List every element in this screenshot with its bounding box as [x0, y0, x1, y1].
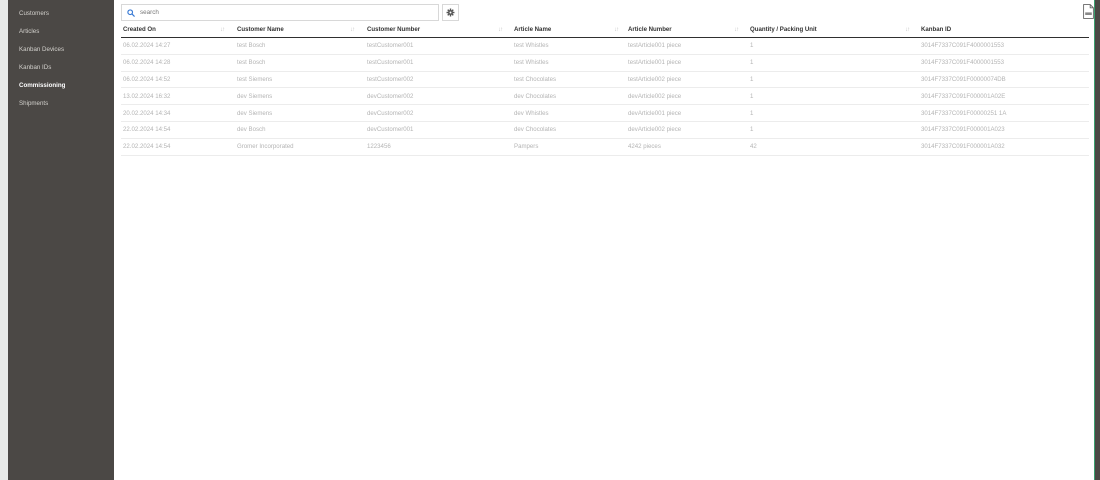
cell-customer-name: test Bosch — [237, 59, 266, 67]
right-edge-strip — [1095, 0, 1100, 480]
sidebar-item-commissioning[interactable]: Commissioning — [8, 77, 114, 95]
table-row[interactable]: 06.02.2024 14:27 test Bosch testCustomer… — [121, 38, 1089, 55]
sidebar-item-customers[interactable]: Customers — [8, 5, 114, 23]
table-row[interactable]: 06.02.2024 14:28 test Bosch testCustomer… — [121, 55, 1089, 72]
sidebar-item-kanban-devices[interactable]: Kanban Devices — [8, 41, 114, 59]
cell-customer-name: test Siemens — [237, 75, 273, 83]
column-header-kanban-id[interactable]: ↓↑ Kanban ID — [905, 22, 1089, 38]
csv-file-icon — [1083, 4, 1094, 23]
column-header-label: Created On — [123, 26, 156, 33]
cell-kanban-id: 3014F7337C091F4000001553 — [921, 42, 1005, 50]
cell-quantity: 1 — [750, 59, 754, 67]
cell-created-on: 22.02.2024 14:54 — [123, 143, 171, 151]
cell-customer-name: dev Siemens — [237, 109, 273, 117]
sort-icon: ↓↑ — [734, 26, 739, 33]
cell-created-on: 06.02.2024 14:28 — [123, 59, 171, 67]
table-body: 06.02.2024 14:27 test Bosch testCustomer… — [121, 38, 1089, 156]
cell-kanban-id: 3014F7337C091F000001A032 — [921, 143, 1005, 151]
cell-article-number: testArticle001 piece — [628, 42, 682, 50]
cell-kanban-id: 3014F7337C091F000001A023 — [921, 126, 1005, 134]
cell-customer-number: testCustomer002 — [367, 75, 414, 83]
column-header-label: Article Number — [628, 26, 672, 33]
cell-article-number: devArticle001 piece — [628, 109, 682, 117]
sort-icon: ↓↑ — [614, 26, 619, 33]
cell-quantity: 1 — [750, 109, 754, 117]
table-row[interactable]: 20.02.2024 14:34 dev Siemens devCustomer… — [121, 105, 1089, 122]
cell-article-name: Pampers — [514, 143, 539, 151]
sort-icon: ↓↑ — [905, 26, 910, 33]
cell-article-name: test Whistles — [514, 42, 549, 50]
cell-customer-number: testCustomer001 — [367, 42, 414, 50]
sort-icon: ↓↑ — [498, 26, 503, 33]
cell-customer-number: testCustomer001 — [367, 59, 414, 67]
table-row[interactable]: 13.02.2024 16:32 dev Siemens devCustomer… — [121, 88, 1089, 106]
cell-customer-name: dev Siemens — [237, 92, 273, 100]
table-row[interactable]: 22.02.2024 14:54 dev Bosch devCustomer00… — [121, 122, 1089, 139]
table-row[interactable]: 06.02.2024 14:52 test Siemens testCustom… — [121, 72, 1089, 89]
column-header-article-number[interactable]: ↓↑ Article Number — [614, 22, 746, 38]
cell-quantity: 42 — [750, 143, 757, 151]
cell-quantity: 1 — [750, 75, 754, 83]
cell-quantity: 1 — [750, 42, 754, 50]
sidebar: Customers Articles Kanban Devices Kanban… — [8, 0, 114, 480]
table-header-row: Created On ↓↑ Customer Name ↓↑ Customer … — [121, 22, 1089, 38]
gear-icon — [446, 4, 455, 22]
cell-customer-number: devCustomer002 — [367, 109, 414, 117]
cell-customer-number: 1223456 — [367, 143, 391, 151]
search-icon[interactable] — [122, 8, 140, 17]
column-header-label: Customer Number — [367, 26, 421, 33]
app-window: Customers Articles Kanban Devices Kanban… — [0, 0, 1100, 480]
cell-customer-name: dev Bosch — [237, 126, 266, 134]
export-csv-button[interactable] — [1083, 4, 1094, 19]
cell-customer-number: devCustomer002 — [367, 92, 414, 100]
cell-article-number: testArticle001 piece — [628, 59, 682, 67]
cell-created-on: 06.02.2024 14:52 — [123, 75, 171, 83]
cell-article-name: dev Whistles — [514, 109, 549, 117]
sidebar-item-shipments[interactable]: Shipments — [8, 95, 114, 113]
cell-kanban-id: 3014F7337C091F00000251 1A — [921, 109, 1007, 117]
cell-kanban-id: 3014F7337C091F00000074DB — [921, 75, 1006, 83]
cell-customer-name: test Bosch — [237, 42, 266, 50]
sidebar-item-articles[interactable]: Articles — [8, 23, 114, 41]
sort-icon: ↓↑ — [350, 26, 355, 33]
left-edge-strip — [0, 0, 8, 480]
column-header-article-name[interactable]: ↓↑ Article Name — [498, 22, 622, 38]
column-header-label: Kanban ID — [921, 26, 952, 33]
cell-quantity: 1 — [750, 126, 754, 134]
commissioning-table: Created On ↓↑ Customer Name ↓↑ Customer … — [121, 22, 1089, 156]
cell-created-on: 06.02.2024 14:27 — [123, 42, 171, 50]
cell-article-number: devArticle002 piece — [628, 92, 682, 100]
cell-created-on: 13.02.2024 16:32 — [123, 92, 171, 100]
column-header-label: Article Name — [514, 26, 552, 33]
cell-quantity: 1 — [750, 92, 754, 100]
cell-article-number: 4242 pieces — [628, 143, 661, 151]
column-header-customer-number[interactable]: ↓↑ Customer Number — [350, 22, 508, 38]
settings-button[interactable] — [442, 4, 459, 21]
column-header-label: Quantity / Packing Unit — [750, 26, 817, 33]
cell-created-on: 22.02.2024 14:54 — [123, 126, 171, 134]
cell-article-name: dev Chocolates — [514, 92, 557, 100]
column-header-created-on[interactable]: Created On — [121, 22, 234, 38]
sidebar-item-kanban-ids[interactable]: Kanban IDs — [8, 59, 114, 77]
cell-kanban-id: 3014F7337C091F4000001553 — [921, 59, 1005, 67]
sort-icon: ↓↑ — [220, 26, 225, 33]
cell-article-name: test Whistles — [514, 59, 549, 67]
cell-customer-number: devCustomer001 — [367, 126, 414, 134]
cell-article-name: test Chocolates — [514, 75, 557, 83]
main-content: Created On ↓↑ Customer Name ↓↑ Customer … — [114, 0, 1095, 480]
cell-article-number: testArticle002 piece — [628, 75, 682, 83]
search-box — [121, 4, 439, 21]
cell-created-on: 20.02.2024 14:34 — [123, 109, 171, 117]
column-header-label: Customer Name — [237, 26, 284, 33]
column-header-quantity-packing-unit[interactable]: ↓↑ Quantity / Packing Unit — [734, 22, 916, 38]
cell-kanban-id: 3014F7337C091F000001A02E — [921, 92, 1006, 100]
cell-article-number: devArticle002 piece — [628, 126, 682, 134]
search-input[interactable] — [140, 5, 430, 20]
column-header-customer-name[interactable]: ↓↑ Customer Name — [220, 22, 364, 38]
cell-customer-name: Gromer Incorporated — [237, 143, 294, 151]
table-row[interactable]: 22.02.2024 14:54 Gromer Incorporated 122… — [121, 139, 1089, 156]
cell-article-name: dev Chocolates — [514, 126, 557, 134]
